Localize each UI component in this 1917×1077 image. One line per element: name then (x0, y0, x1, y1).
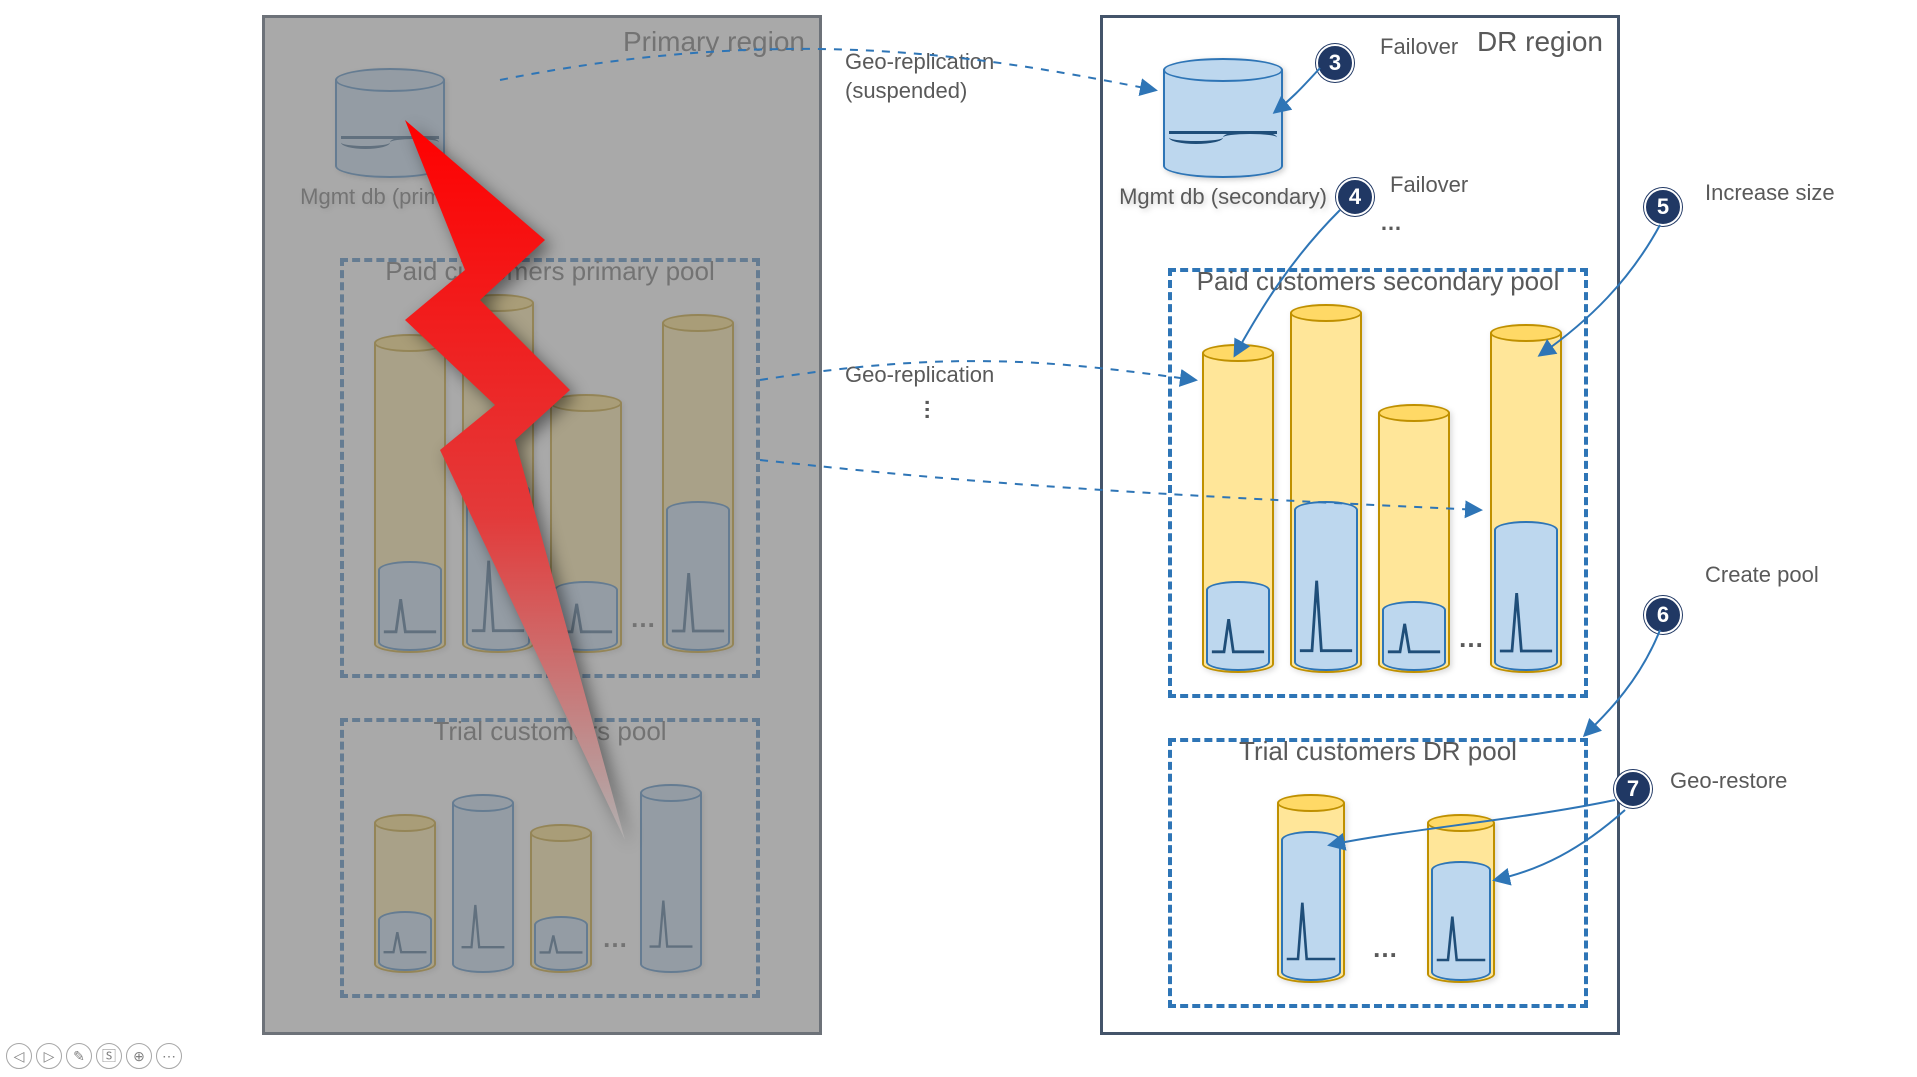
dr-region-title: DR region (1477, 26, 1603, 58)
trial-pool-dr-title: Trial customers DR pool (1172, 736, 1584, 767)
geo-replication-label: Geo-replication (845, 362, 994, 388)
mgmt-db-secondary: Mgmt db (secondary) (1163, 58, 1283, 178)
step-label-4: Failover (1390, 172, 1468, 198)
pen-button[interactable]: ✎ (66, 1043, 92, 1069)
zoom-button[interactable]: ⊕ (126, 1043, 152, 1069)
db-tube (1202, 344, 1274, 674)
ellipsis: … (920, 399, 946, 424)
prev-slide-button[interactable]: ◁ (6, 1043, 32, 1069)
db-tube (1427, 814, 1495, 984)
next-slide-button[interactable]: ▷ (36, 1043, 62, 1069)
dr-region: DR region Mgmt db (secondary) Paid custo… (1100, 15, 1620, 1035)
db-tube (1378, 404, 1450, 674)
step-badge-7: 7 (1614, 770, 1652, 808)
geo-replication-suspended-label: Geo-replication (suspended) (845, 48, 994, 105)
db-tube (1290, 304, 1362, 674)
step-badge-4: 4 (1336, 178, 1374, 216)
mgmt-db-secondary-label: Mgmt db (secondary) (1119, 184, 1327, 210)
paid-pool-secondary: Paid customers secondary pool … (1168, 268, 1588, 698)
step-label-7: Geo-restore (1670, 768, 1787, 794)
trial-pool-dr: Trial customers DR pool … (1168, 738, 1588, 1008)
db-tube (1277, 794, 1345, 984)
step-label-3: Failover (1380, 34, 1458, 60)
subtitle-button[interactable]: 🅂 (96, 1043, 122, 1069)
step-badge-6: 6 (1644, 596, 1682, 634)
step-badge-5: 5 (1644, 188, 1682, 226)
ellipsis: … (1372, 933, 1401, 964)
ellipsis: … (1458, 623, 1487, 654)
db-tube (1490, 324, 1562, 674)
lightning-icon (345, 120, 665, 840)
step-label-5: Increase size (1705, 180, 1835, 206)
step-label-6: Create pool (1705, 562, 1819, 588)
paid-pool-secondary-title: Paid customers secondary pool (1172, 266, 1584, 297)
more-button[interactable]: ⋯ (156, 1043, 182, 1069)
step-badge-3: 3 (1316, 44, 1354, 82)
presentation-toolbar: ◁ ▷ ✎ 🅂 ⊕ ⋯ (6, 1043, 182, 1069)
ellipsis: … (1380, 210, 1405, 236)
